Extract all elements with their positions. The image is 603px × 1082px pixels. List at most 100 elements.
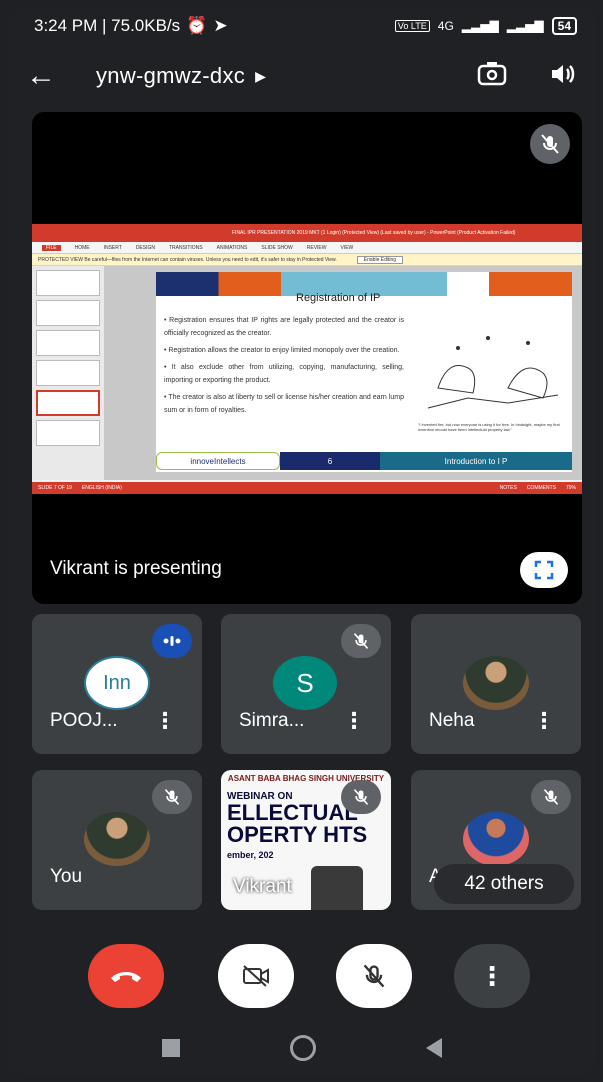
participant-name: Neha — [429, 710, 475, 731]
more-options-button[interactable]: ⋮ — [454, 944, 530, 1008]
network-type: 4G — [437, 19, 454, 33]
participant-name: You — [50, 866, 83, 887]
status-time: 3:24 PM | 75.0KB/s — [34, 16, 181, 35]
avatar — [84, 812, 150, 866]
slide-heading: Registration of IP — [296, 292, 381, 304]
more-vert-icon: ⋮ — [479, 960, 505, 991]
ribbon-tab: VIEW — [340, 244, 354, 251]
ppt-body: Registration of IP Registration ensures … — [32, 266, 582, 480]
enable-editing-button: Enable Editing — [356, 255, 404, 264]
ribbon-tab: DESIGN — [135, 244, 155, 251]
slide-bullet: The creator is also at liberty to sell o… — [164, 391, 404, 417]
avatar — [463, 812, 529, 866]
switch-camera-icon[interactable] — [477, 61, 507, 92]
mic-off-icon — [530, 124, 570, 164]
meeting-header: ← ynw-gmwz-dxc ▶ — [6, 48, 597, 104]
slide-thumbnails — [32, 266, 104, 480]
presentation-tile[interactable]: FINAL IPR PRESENTATION 2019 MKT (1 Login… — [32, 112, 582, 604]
back-icon[interactable] — [425, 1038, 442, 1058]
participant-tile[interactable]: Inn POOJ... ⋮ — [32, 614, 202, 754]
participant-name: Vikrant — [233, 876, 292, 897]
ribbon-tab: REVIEW — [306, 244, 327, 251]
android-nav-bar — [6, 1020, 597, 1076]
ribbon-tab: INSERT — [103, 244, 122, 251]
status-bar: 3:24 PM | 75.0KB/s ⏰ ➤ Vo LTE 4G ▂▃▅▇ ▂▃… — [6, 6, 597, 46]
end-call-icon — [111, 972, 141, 982]
slide-thumbnail — [36, 360, 100, 386]
participant-tile[interactable]: Neha ⋮ — [411, 614, 581, 754]
fullscreen-button[interactable] — [520, 552, 568, 588]
ribbon-tab: SLIDE SHOW — [261, 244, 293, 251]
home-icon[interactable] — [289, 1035, 316, 1061]
recents-icon[interactable] — [161, 1039, 180, 1057]
protected-message: PROTECTED VIEW Be careful—files from the… — [38, 256, 337, 263]
more-options-icon[interactable]: ⋮ — [154, 708, 176, 734]
footer-logo: innoveIntellects — [156, 452, 280, 470]
footer-slide-number: 6 — [280, 452, 380, 470]
more-options-icon[interactable]: ⋮ — [343, 708, 365, 734]
signal-icon-2: ▂▃▅▇ — [506, 19, 544, 33]
slide-thumbnail-active — [36, 390, 100, 416]
speaker-icon[interactable] — [549, 62, 577, 91]
slide-bullets: Registration ensures that IP rights are … — [164, 314, 404, 421]
ppt-status-bar: SLIDE 7 OF 19 ENGLISH (INDIA) NOTES COMM… — [32, 482, 582, 494]
slide: Registration of IP Registration ensures … — [156, 272, 572, 472]
avatar — [463, 656, 529, 710]
battery-icon: 54 — [551, 17, 577, 35]
mic-toggle-button[interactable] — [336, 944, 412, 1008]
others-count-button[interactable]: 42 others — [434, 864, 574, 904]
participant-tile[interactable]: S Simra... ⋮ — [221, 614, 391, 754]
chevron-right-icon[interactable]: ▶ — [255, 68, 266, 85]
ribbon-tab: ANIMATIONS — [216, 244, 248, 251]
footer-title: Introduction to I P — [380, 452, 572, 470]
slide-bullet: Registration ensures that IP rights are … — [164, 314, 404, 340]
mic-off-icon — [341, 624, 381, 658]
status-zoom: 79% — [565, 485, 576, 491]
video-face — [311, 866, 363, 910]
shared-screen: FINAL IPR PRESENTATION 2019 MKT (1 Login… — [32, 224, 582, 494]
ribbon-tab: FILE — [42, 244, 61, 251]
ribbon-tab: HOME — [74, 244, 90, 251]
cartoon-caption: "I invented fire, but now everyone is us… — [418, 422, 560, 432]
slide-bullet: Registration allows the creator to enjoy… — [164, 344, 404, 357]
back-arrow-icon[interactable]: ← — [26, 59, 66, 93]
alarm-icon: ⏰ — [186, 16, 208, 35]
slide-thumbnail — [36, 300, 100, 326]
participant-name: Simra... — [239, 710, 305, 731]
signal-icon: ▂▃▅▇ — [461, 19, 499, 33]
phone-screen: 3:24 PM | 75.0KB/s ⏰ ➤ Vo LTE 4G ▂▃▅▇ ▂▃… — [6, 6, 597, 1076]
participant-name: POOJ... — [50, 710, 118, 731]
slide-thumbnail — [36, 330, 100, 356]
webinar-date: ember, 202 — [227, 850, 274, 860]
avatar: S — [273, 656, 337, 710]
ppt-ribbon: FILE HOME INSERT DESIGN TRANSITIONS ANIM… — [32, 242, 582, 254]
mic-off-icon — [531, 780, 571, 814]
call-controls: ⋮ — [6, 944, 597, 1024]
telegram-icon: ➤ — [213, 16, 228, 35]
participant-tile-self[interactable]: You — [32, 770, 202, 910]
mic-off-icon — [363, 964, 385, 988]
ppt-title-bar: FINAL IPR PRESENTATION 2019 MKT (1 Login… — [32, 224, 582, 242]
camera-off-icon — [243, 965, 269, 987]
participant-tile[interactable]: ASANT BABA BHAG SINGH UNIVERSITY WEBINAR… — [221, 770, 391, 910]
mic-off-icon — [341, 780, 381, 814]
slide-thumbnail — [36, 270, 100, 296]
ribbon-tab: TRANSITIONS — [168, 244, 203, 251]
slide-canvas: Registration of IP Registration ensures … — [104, 266, 582, 480]
status-slide: SLIDE 7 OF 19 — [38, 485, 72, 491]
fullscreen-icon — [534, 560, 554, 580]
status-language: ENGLISH (INDIA) — [81, 485, 122, 491]
mic-off-icon — [152, 780, 192, 814]
volte-icon: Vo LTE — [394, 20, 430, 32]
avatar: Inn — [84, 656, 150, 710]
slide-footer: innoveIntellects 6 Introduction to I P — [156, 452, 572, 470]
more-options-icon[interactable]: ⋮ — [533, 708, 555, 734]
camera-toggle-button[interactable] — [218, 944, 294, 1008]
speaking-indicator-icon — [152, 624, 192, 658]
end-call-button[interactable] — [88, 944, 164, 1008]
status-notes: NOTES — [499, 485, 517, 491]
slide-bullet: It also exclude other from utilizing, co… — [164, 361, 404, 387]
meeting-code[interactable]: ynw-gmwz-dxc — [96, 63, 245, 89]
protected-view-bar: PROTECTED VIEW Be careful—files from the… — [32, 254, 582, 266]
cartoon-image — [427, 336, 559, 409]
